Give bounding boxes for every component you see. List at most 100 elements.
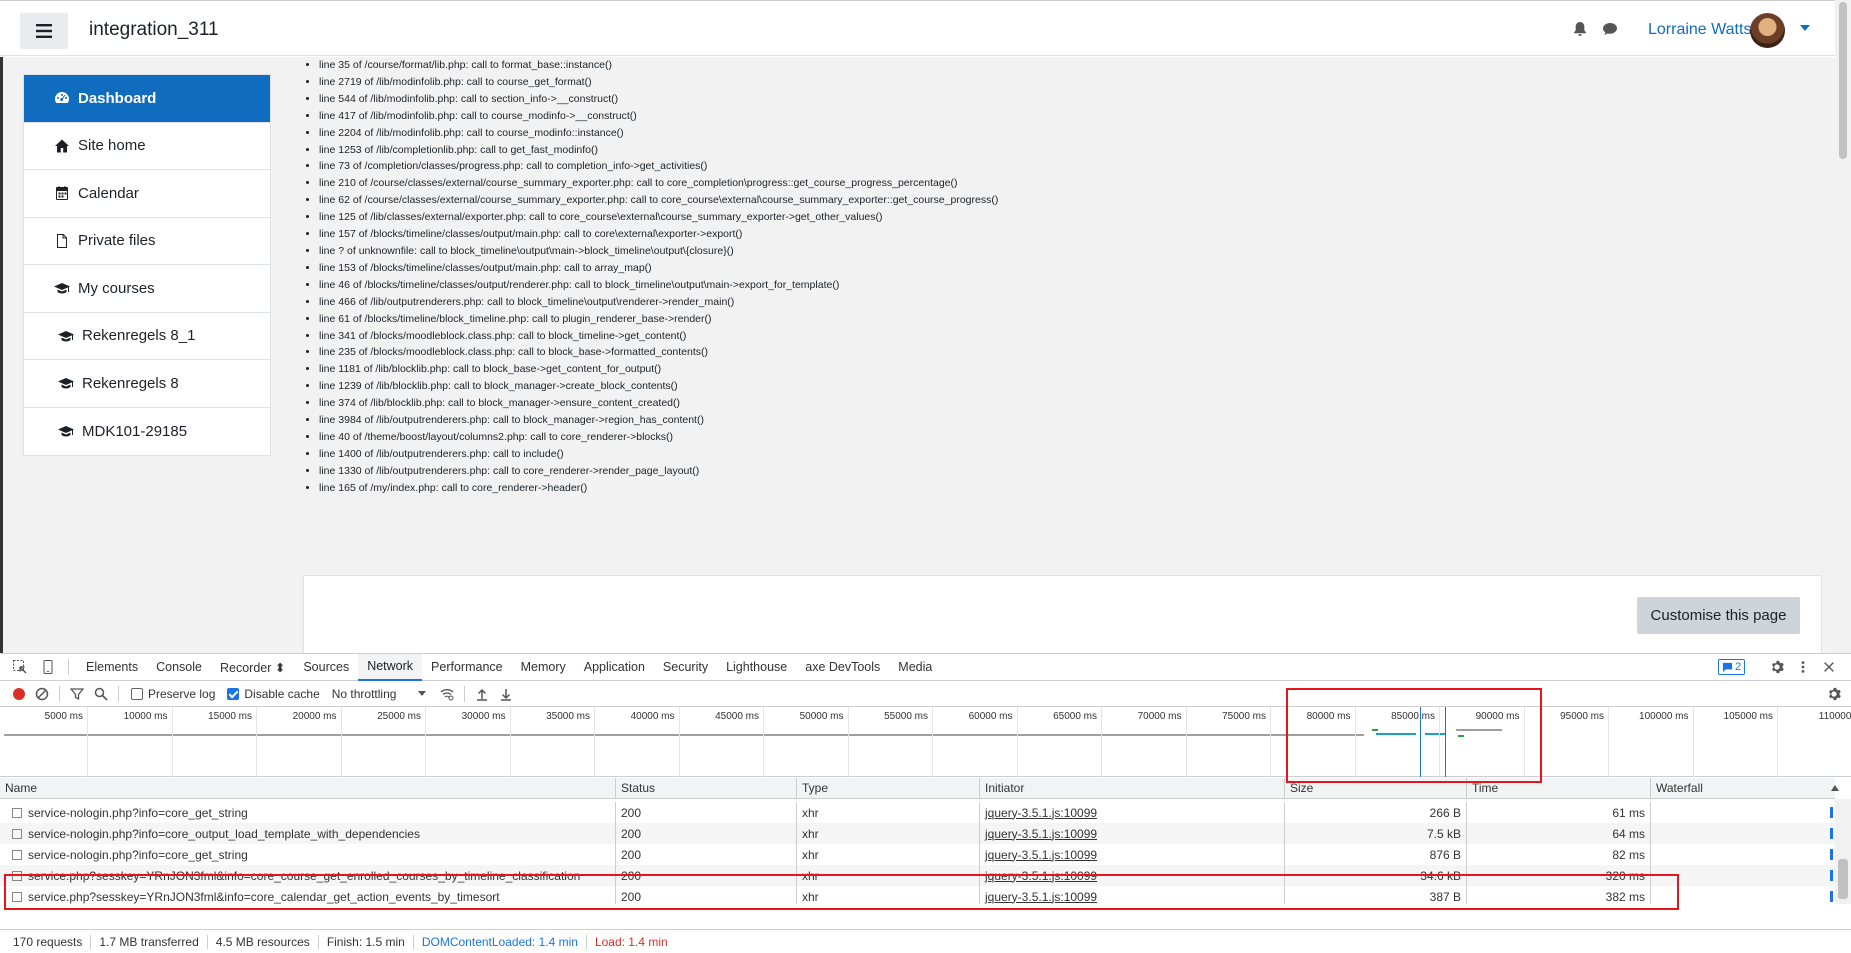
inspect-element-icon[interactable] [12,659,28,675]
trace-line: line 1239 of /lib/blocklib.php: call to … [319,378,998,395]
tab-application[interactable]: Application [575,654,654,681]
tab-axe-devtools[interactable]: axe DevTools [796,654,889,681]
column-header-type[interactable]: Type [796,778,979,798]
nav-item-site-home[interactable]: Site home [24,123,270,170]
bell-icon[interactable] [1572,21,1588,37]
preserve-log-checkbox[interactable] [131,687,143,700]
page-scrollbar[interactable] [1835,0,1851,653]
more-options-icon[interactable] [1796,660,1810,674]
timeline-tick-label: 35000 ms [546,711,590,722]
initiator-link[interactable]: jquery-3.5.1.js:10099 [985,806,1097,820]
network-overview-timeline[interactable]: 5000 ms 10000 ms 15000 ms 20000 ms 25000 ms 3… [0,707,1851,777]
overview-request-bar [1376,733,1416,735]
nav-drawer: Dashboard Site home Calendar Private files M… [0,57,288,653]
nav-item-rekenregels-8[interactable]: Rekenregels 8 [24,360,270,408]
tab-elements[interactable]: Elements [77,654,147,681]
tab-recorder[interactable]: Recorder ⬍ [211,654,294,681]
initiator-link[interactable]: jquery-3.5.1.js:10099 [985,890,1097,904]
request-row[interactable]: service-nologin.php?info=core_output_loa… [0,823,1835,844]
chat-bubble-icon[interactable] [1602,21,1618,37]
request-row[interactable]: service-nologin.php?info=core_get_string… [0,802,1835,823]
import-har-icon[interactable] [475,687,489,701]
request-table-scrollbar-thumb[interactable] [1838,859,1848,899]
network-settings-gear-icon[interactable] [1827,687,1841,701]
issues-badge[interactable]: 2 [1718,659,1746,675]
settings-gear-icon[interactable] [1770,660,1784,674]
cell-initiator[interactable]: jquery-3.5.1.js:10099 [979,844,1284,865]
timeline-tick [1185,707,1187,777]
tab-media[interactable]: Media [889,654,941,681]
tab-security[interactable]: Security [654,654,717,681]
timeline-tick [340,707,342,777]
drawer-toggle-button[interactable] [20,13,68,49]
tab-memory[interactable]: Memory [512,654,575,681]
export-har-icon[interactable] [499,687,513,701]
cell-initiator[interactable]: jquery-3.5.1.js:10099 [979,823,1284,844]
column-header-name[interactable]: Name [0,778,615,798]
filter-icon[interactable] [70,687,84,701]
timeline-tick-label: 45000 ms [715,711,759,722]
column-header-time[interactable]: Time [1466,778,1650,798]
request-table-scrollbar[interactable] [1835,799,1851,904]
request-type-icon [12,807,22,818]
sort-ascending-icon[interactable] [1831,785,1839,791]
column-header-initiator[interactable]: Initiator [979,778,1284,798]
cell-initiator[interactable]: jquery-3.5.1.js:10099 [979,865,1284,886]
cell-name: service-nologin.php?info=core_get_string [0,844,615,865]
user-avatar[interactable] [1750,13,1785,48]
request-row[interactable]: service.php?sesskey=YRnJON3fml&info=core… [0,886,1835,904]
summary-requests: 170 requests [0,935,92,949]
throttling-select[interactable]: No throttling [332,687,397,701]
tab-network[interactable]: Network [358,653,423,681]
cell-initiator[interactable]: jquery-3.5.1.js:10099 [979,886,1284,904]
cell-initiator[interactable]: jquery-3.5.1.js:10099 [979,802,1284,823]
request-row[interactable]: service-nologin.php?info=core_get_string… [0,844,1835,865]
initiator-link[interactable]: jquery-3.5.1.js:10099 [985,827,1097,841]
initiator-link[interactable]: jquery-3.5.1.js:10099 [985,869,1097,883]
user-menu-name[interactable]: Lorraine Watts [1648,21,1751,39]
device-toolbar-icon[interactable] [40,659,56,675]
initiator-link[interactable]: jquery-3.5.1.js:10099 [985,848,1097,862]
trace-line: line 2204 of /lib/modinfolib.php: call t… [319,125,998,142]
nav-item-rekenregels-8-1[interactable]: Rekenregels 8_1 [24,313,270,360]
nav-item-label: Site home [78,137,146,155]
close-devtools-icon[interactable] [1822,660,1836,674]
cell-type: xhr [796,823,979,844]
cell-status: 200 [615,802,796,823]
timeline-tick [1101,707,1102,777]
column-header-size[interactable]: Size [1284,778,1466,798]
timeline-tick-label: 95000 ms [1560,711,1604,722]
tab-lighthouse[interactable]: Lighthouse [717,654,796,681]
timeline-tick [1777,707,1778,777]
timeline-tick-label: 25000 ms [377,711,421,722]
disable-cache-checkbox[interactable] [227,687,240,700]
cell-time: 61 ms [1466,802,1650,823]
nav-item-private-files[interactable]: Private files [24,218,270,265]
page-scrollbar-thumb[interactable] [1839,2,1847,159]
cell-type: xhr [796,886,979,904]
overview-request-bar [1372,729,1378,731]
nav-item-dashboard[interactable]: Dashboard [24,75,270,123]
tab-performance[interactable]: Performance [422,654,512,681]
tab-sources[interactable]: Sources [294,654,358,681]
nav-item-my-courses[interactable]: My courses [24,265,270,313]
graduation-cap-icon [58,426,74,437]
request-row[interactable]: service.php?sesskey=YRnJON3fml&info=core… [0,865,1835,886]
column-header-status[interactable]: Status [615,778,796,798]
tab-console[interactable]: Console [147,654,211,681]
column-header-waterfall[interactable]: Waterfall [1650,778,1835,798]
search-icon[interactable] [94,687,108,701]
clear-icon[interactable] [35,687,49,701]
timeline-tick-label: 30000 ms [461,711,506,722]
block-region [303,575,1822,653]
nav-item-calendar[interactable]: Calendar [24,170,270,218]
cell-time: 82 ms [1466,844,1650,865]
network-conditions-icon[interactable] [440,687,454,701]
cell-name: service.php?sesskey=YRnJON3fml&info=core… [0,865,615,886]
throttling-caret-icon[interactable] [418,691,427,696]
user-menu-caret-icon[interactable] [1800,25,1810,31]
record-button-icon[interactable] [13,687,25,700]
customise-page-button[interactable]: Customise this page [1637,597,1800,634]
nav-item-mdk101-29185[interactable]: MDK101-29185 [24,408,270,456]
site-name[interactable]: integration_311 [89,19,219,41]
